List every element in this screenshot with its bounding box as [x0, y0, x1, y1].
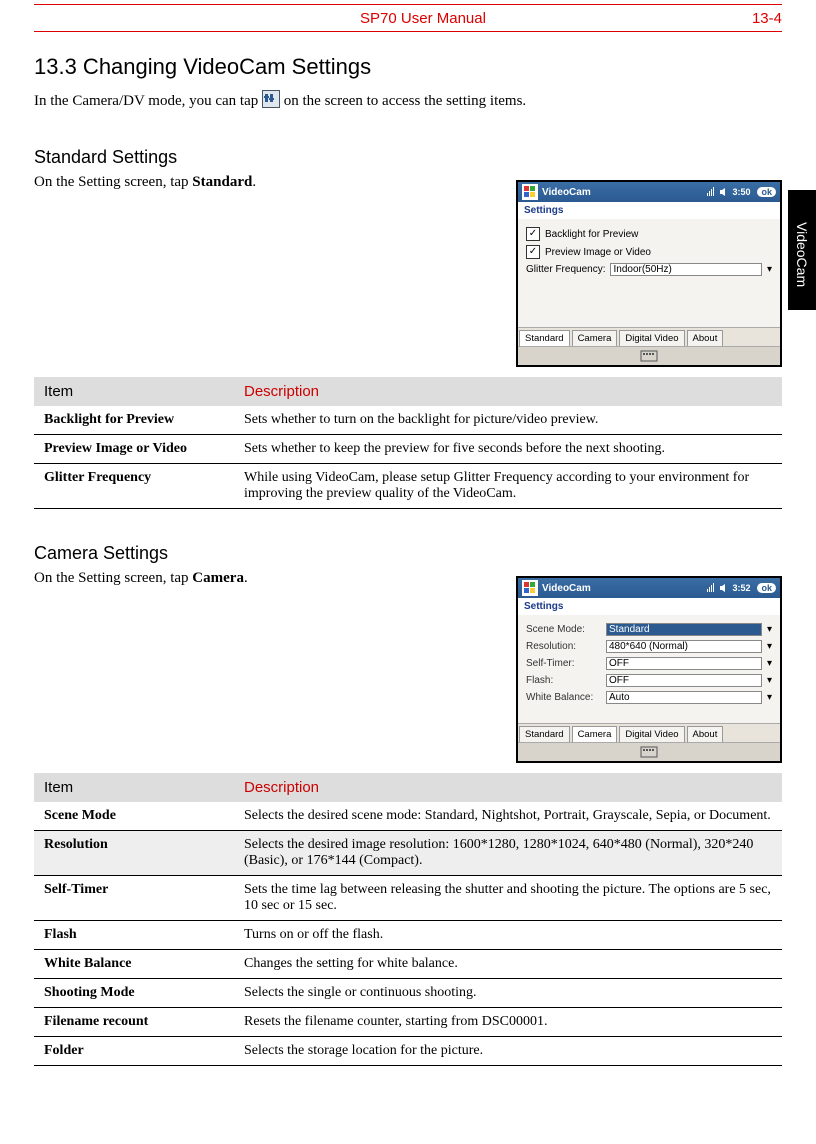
tab-standard[interactable]: Standard [519, 330, 570, 346]
checkbox-label: Preview Image or Video [545, 247, 651, 258]
window-title: VideoCam [542, 583, 591, 594]
whitebalance-label: White Balance: [526, 692, 601, 703]
chevron-down-icon[interactable]: ▾ [767, 692, 772, 703]
signal-icon [706, 583, 716, 593]
glitter-label: Glitter Frequency: [526, 264, 605, 275]
tab-standard[interactable]: Standard [519, 726, 570, 742]
scene-mode-select[interactable]: Standard [606, 623, 762, 636]
page-header: SP70 User Manual 13-4 [34, 4, 782, 32]
intro-suffix: on the screen to access the setting item… [284, 93, 526, 109]
camera-heading: Camera Settings [34, 543, 782, 564]
camera-instruction: On the Setting screen, tap Camera. [34, 570, 248, 587]
clock: 3:52 [732, 583, 750, 593]
window-title: VideoCam [542, 187, 591, 198]
checkbox-preview[interactable]: ✓ [526, 245, 540, 259]
table-row: Filename recountResets the filename coun… [34, 1008, 782, 1037]
selftimer-label: Self-Timer: [526, 658, 601, 669]
table-row: Preview Image or Video Sets whether to k… [34, 435, 782, 464]
titlebar: VideoCam 3:52 ok [518, 578, 780, 598]
table-row: Self-TimerSets the time lag between rele… [34, 876, 782, 921]
tabs: Standard Camera Digital Video About [518, 723, 780, 742]
table-row: Scene ModeSelects the desired scene mode… [34, 802, 782, 831]
sip-bar[interactable] [518, 742, 780, 761]
checkbox-label: Backlight for Preview [545, 229, 638, 240]
standard-heading: Standard Settings [34, 147, 782, 168]
standard-instruction: On the Setting screen, tap Standard. [34, 174, 256, 191]
page-number: 13-4 [752, 10, 782, 27]
col-item: Item [34, 377, 234, 406]
start-icon[interactable] [522, 184, 538, 200]
tabs: Standard Camera Digital Video About [518, 327, 780, 346]
standard-screenshot: VideoCam 3:50 ok Settings ✓ Backlight fo… [516, 180, 782, 367]
intro-text: In the Camera/DV mode, you can tap on th… [34, 90, 782, 113]
tab-camera[interactable]: Camera [572, 726, 618, 742]
ok-button[interactable]: ok [757, 583, 776, 593]
standard-table: Item Description Backlight for Preview S… [34, 377, 782, 509]
settings-label: Settings [518, 202, 780, 219]
scene-mode-label: Scene Mode: [526, 624, 601, 635]
chevron-down-icon[interactable]: ▾ [767, 264, 772, 275]
chevron-down-icon[interactable]: ▾ [767, 675, 772, 686]
camera-screenshot: VideoCam 3:52 ok Settings Scene Mode: Sta… [516, 576, 782, 763]
start-icon[interactable] [522, 580, 538, 596]
col-description: Description [234, 773, 782, 802]
col-item: Item [34, 773, 234, 802]
settings-tool-icon [262, 90, 280, 113]
whitebalance-select[interactable]: Auto [606, 691, 762, 704]
section-tab: VideoCam [788, 190, 816, 310]
camera-table: Item Description Scene ModeSelects the d… [34, 773, 782, 1066]
settings-label: Settings [518, 598, 780, 615]
signal-icon [706, 187, 716, 197]
speaker-icon [719, 583, 729, 593]
col-description: Description [234, 377, 782, 406]
titlebar: VideoCam 3:50 ok [518, 182, 780, 202]
table-row: ResolutionSelects the desired image reso… [34, 831, 782, 876]
table-row: White BalanceChanges the setting for whi… [34, 950, 782, 979]
table-row: Backlight for Preview Sets whether to tu… [34, 406, 782, 435]
flash-select[interactable]: OFF [606, 674, 762, 687]
ok-button[interactable]: ok [757, 187, 776, 197]
resolution-select[interactable]: 480*640 (Normal) [606, 640, 762, 653]
table-row: FlashTurns on or off the flash. [34, 921, 782, 950]
table-row: Shooting ModeSelects the single or conti… [34, 979, 782, 1008]
tab-about[interactable]: About [687, 330, 724, 346]
tab-digital-video[interactable]: Digital Video [619, 726, 684, 742]
flash-label: Flash: [526, 675, 601, 686]
clock: 3:50 [732, 187, 750, 197]
tab-digital-video[interactable]: Digital Video [619, 330, 684, 346]
intro-prefix: In the Camera/DV mode, you can tap [34, 93, 262, 109]
speaker-icon [719, 187, 729, 197]
checkbox-backlight[interactable]: ✓ [526, 227, 540, 241]
section-heading: 13.3 Changing VideoCam Settings [34, 54, 782, 80]
table-row: Glitter Frequency While using VideoCam, … [34, 464, 782, 509]
selftimer-select[interactable]: OFF [606, 657, 762, 670]
resolution-label: Resolution: [526, 641, 601, 652]
manual-title: SP70 User Manual [94, 10, 752, 27]
tab-about[interactable]: About [687, 726, 724, 742]
tab-camera[interactable]: Camera [572, 330, 618, 346]
sip-bar[interactable] [518, 346, 780, 365]
glitter-select[interactable]: Indoor(50Hz) [610, 263, 761, 276]
chevron-down-icon[interactable]: ▾ [767, 641, 772, 652]
chevron-down-icon[interactable]: ▾ [767, 624, 772, 635]
table-row: FolderSelects the storage location for t… [34, 1037, 782, 1066]
system-tray: 3:50 ok [706, 187, 776, 197]
system-tray: 3:52 ok [706, 583, 776, 593]
chevron-down-icon[interactable]: ▾ [767, 658, 772, 669]
